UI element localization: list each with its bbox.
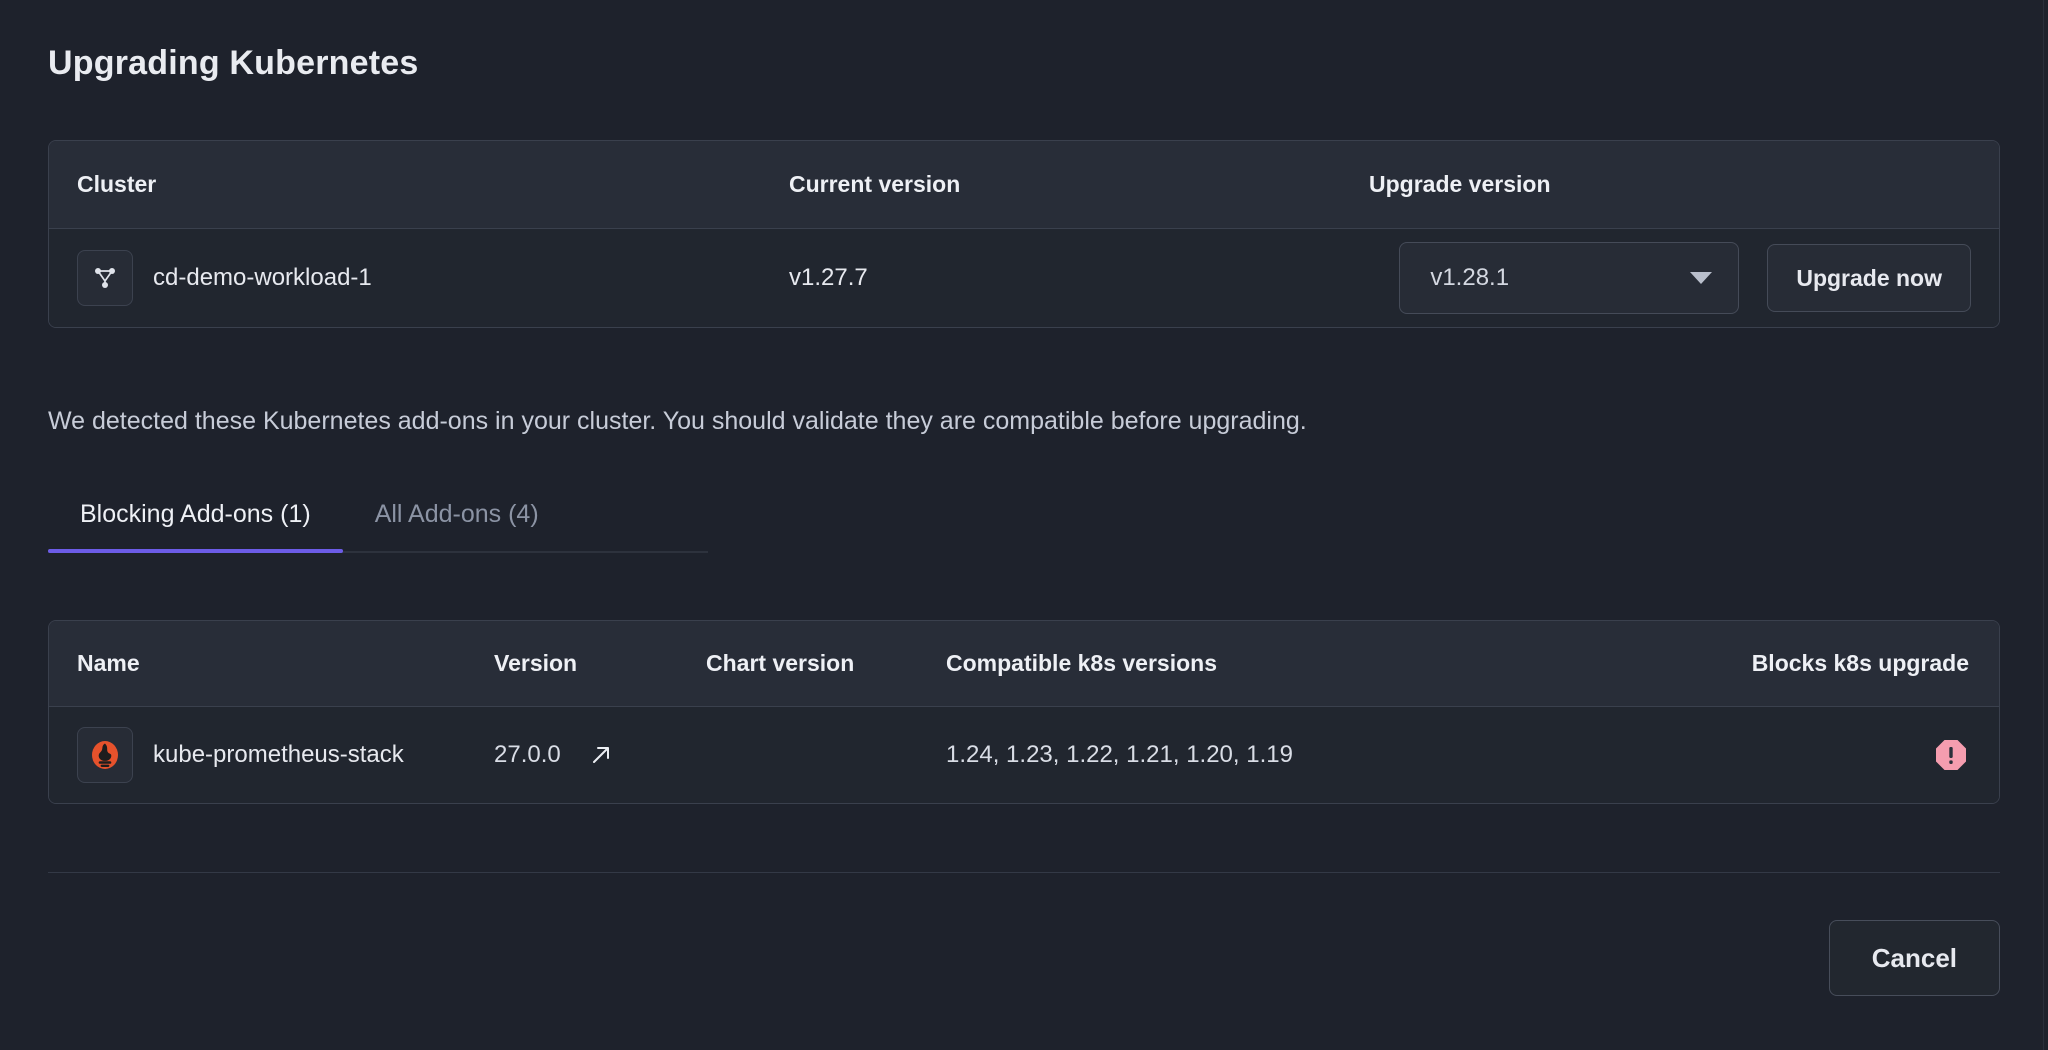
panel-right-edge [2043, 0, 2044, 1050]
addon-version-cell: 27.0.0 [494, 741, 706, 769]
addon-blocks-upgrade-cell [1664, 737, 1999, 773]
upgrade-version-select[interactable]: v1.28.1 [1399, 242, 1740, 314]
cluster-name: cd-demo-workload-1 [153, 264, 372, 291]
table-row: cd-demo-workload-1 v1.27.7 v1.28.1 Upgra… [49, 229, 1999, 327]
addon-name: kube-prometheus-stack [153, 741, 404, 768]
external-link-icon[interactable] [587, 741, 615, 769]
column-header-current-version: Current version [789, 171, 961, 197]
prometheus-icon [77, 727, 133, 783]
chevron-down-icon [1690, 272, 1713, 284]
column-header-upgrade-version: Upgrade version [1369, 171, 1551, 197]
page-title: Upgrading Kubernetes [48, 44, 419, 82]
addon-compatible-versions-value: 1.24, 1.23, 1.22, 1.21, 1.20, 1.19 [946, 741, 1293, 768]
column-header-name: Name [77, 650, 140, 676]
column-header-version: Version [494, 650, 578, 676]
current-version-value: v1.27.7 [789, 264, 868, 291]
column-header-compatible-versions: Compatible k8s versions [946, 650, 1217, 676]
column-header-chart-version: Chart version [706, 650, 855, 676]
upgrade-kubernetes-dialog: Upgrading Kubernetes Cluster Current ver… [0, 0, 2048, 1050]
cluster-table-header: Cluster Current version Upgrade version [49, 141, 1999, 229]
column-header-blocks-upgrade: Blocks k8s upgrade [1751, 650, 1969, 676]
addon-compatible-versions-cell: 1.24, 1.23, 1.22, 1.21, 1.20, 1.19 [946, 741, 1664, 769]
table-row: kube-prometheus-stack 27.0.0 1.24, 1.23,… [49, 707, 1999, 803]
cluster-current-version-cell: v1.27.7 [789, 264, 1369, 292]
addons-table: Name Version Chart version Compatible k8… [48, 620, 2000, 804]
addons-table-header: Name Version Chart version Compatible k8… [49, 621, 1999, 707]
cancel-button[interactable]: Cancel [1828, 920, 2000, 996]
addons-description: We detected these Kubernetes add-ons in … [48, 407, 1307, 435]
cluster-table: Cluster Current version Upgrade version … [48, 140, 2000, 328]
cluster-nodes-icon [77, 250, 133, 306]
upgrade-controls: v1.28.1 Upgrade now [1369, 242, 1999, 314]
dialog-footer: Cancel [48, 920, 2000, 996]
cluster-name-cell: cd-demo-workload-1 [49, 250, 789, 306]
footer-divider [48, 872, 2000, 873]
upgrade-now-button[interactable]: Upgrade now [1767, 244, 1971, 312]
addon-name-cell: kube-prometheus-stack [49, 727, 494, 783]
tab-all-addons[interactable]: All Add-ons (4) [343, 500, 571, 551]
column-header-cluster: Cluster [77, 171, 157, 197]
alert-octagon-icon [1933, 737, 1969, 773]
upgrade-version-value: v1.28.1 [1430, 264, 1510, 291]
tab-blocking-addons[interactable]: Blocking Add-ons (1) [48, 500, 343, 553]
addon-version-value: 27.0.0 [494, 741, 561, 768]
addons-tabs: Blocking Add-ons (1) All Add-ons (4) [48, 500, 708, 553]
